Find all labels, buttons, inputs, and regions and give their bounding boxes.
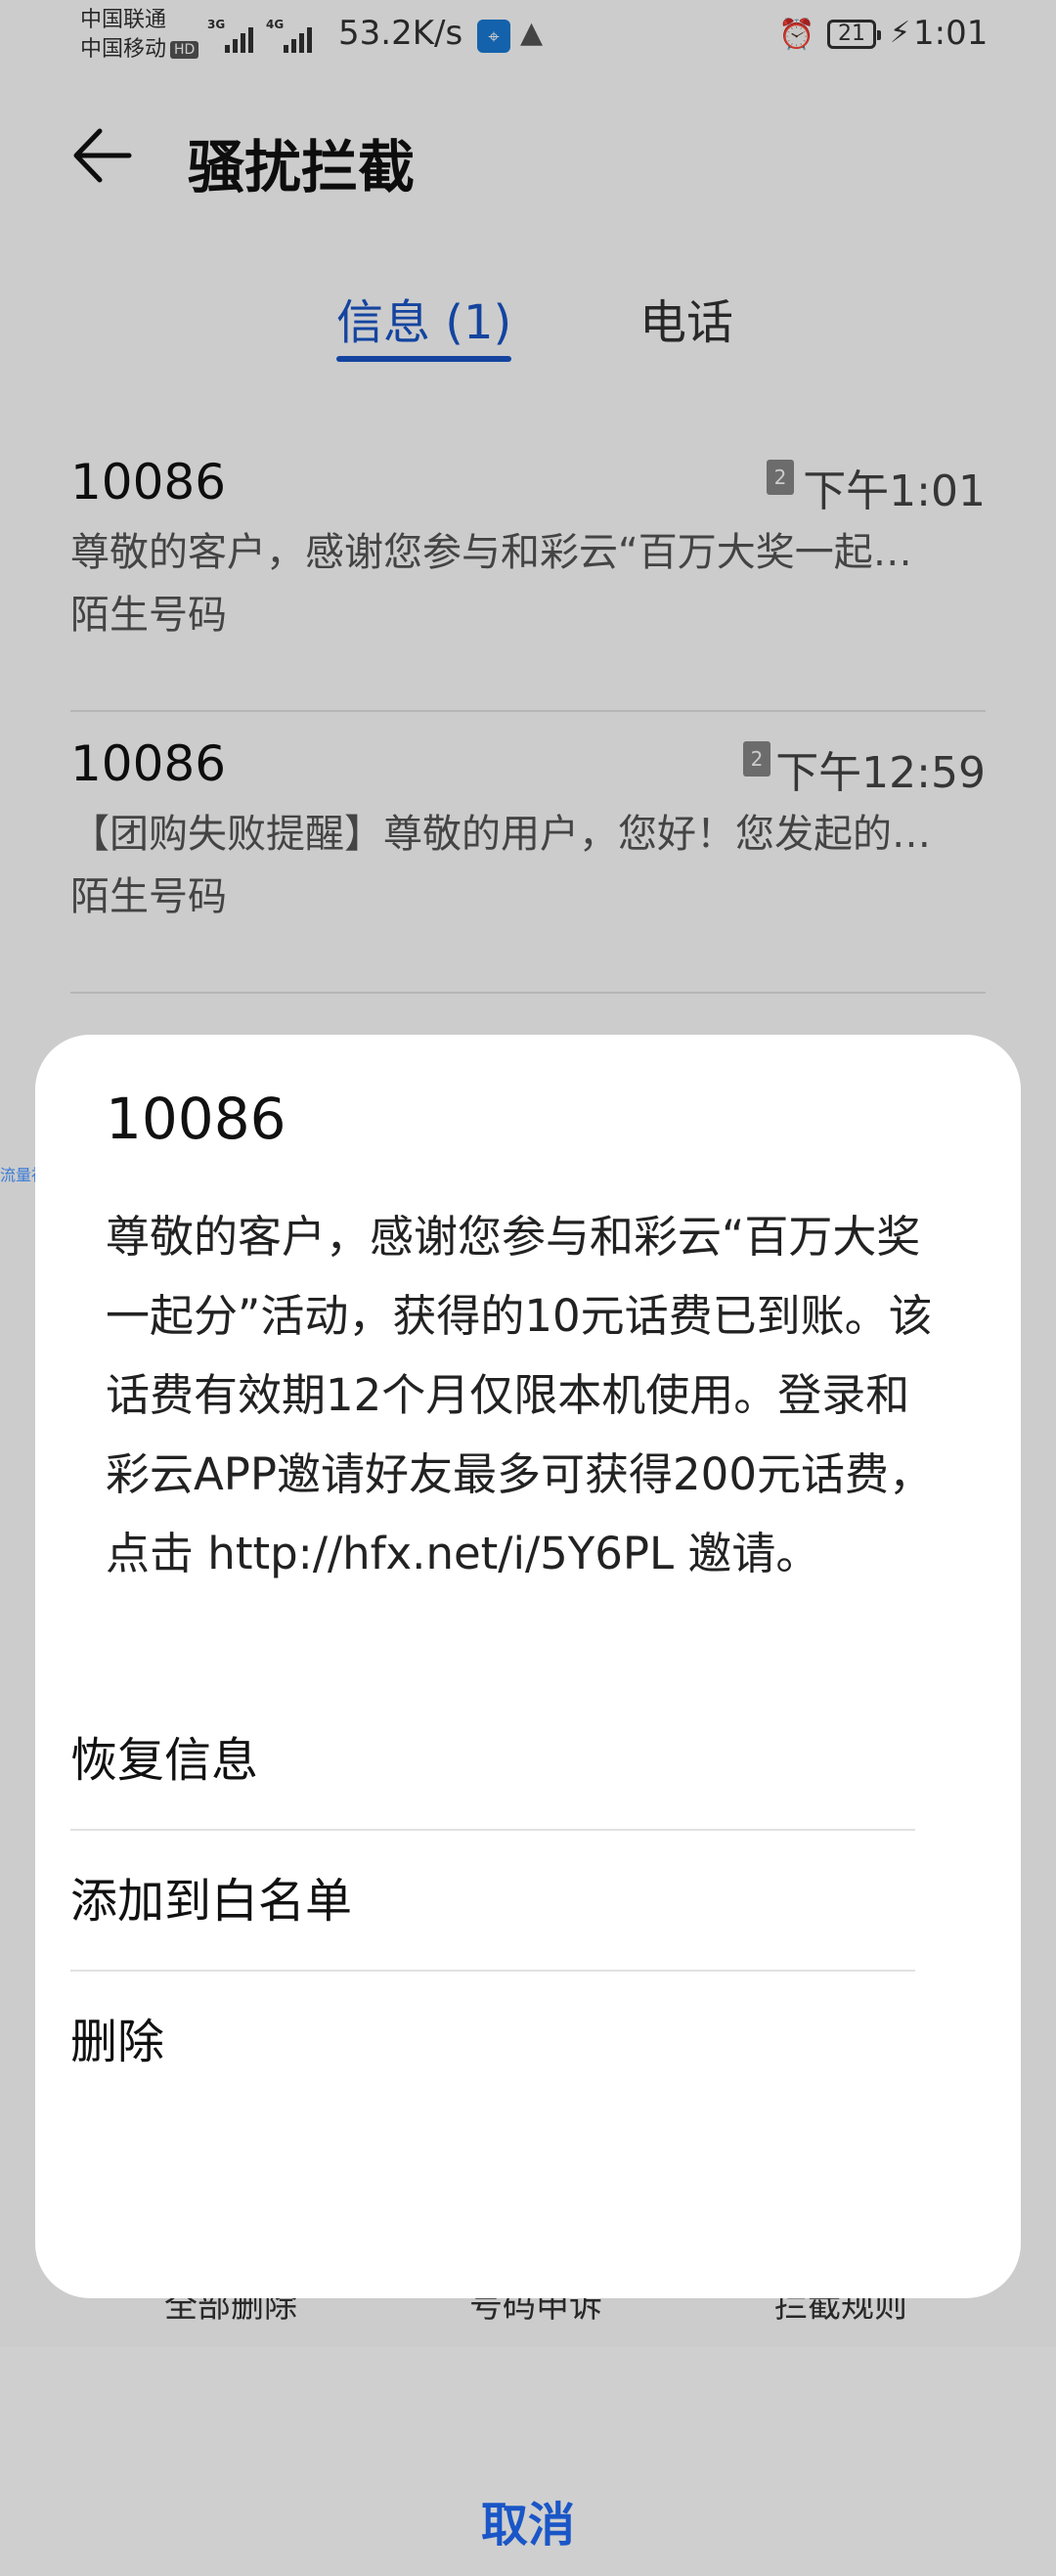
sheet-title: 10086 bbox=[106, 1086, 286, 1152]
restore-message-button[interactable]: 恢复信息 bbox=[70, 1690, 915, 1831]
sheet-message-body: 尊敬的客户，感谢您参与和彩云“百万大奖一起分”活动，获得的10元话费已到账。该话… bbox=[106, 1211, 933, 1579]
cancel-button[interactable]: 取消 bbox=[35, 2474, 1021, 2576]
add-to-whitelist-button[interactable]: 添加到白名单 bbox=[70, 1831, 915, 1972]
delete-button[interactable]: 删除 bbox=[70, 1972, 915, 2112]
